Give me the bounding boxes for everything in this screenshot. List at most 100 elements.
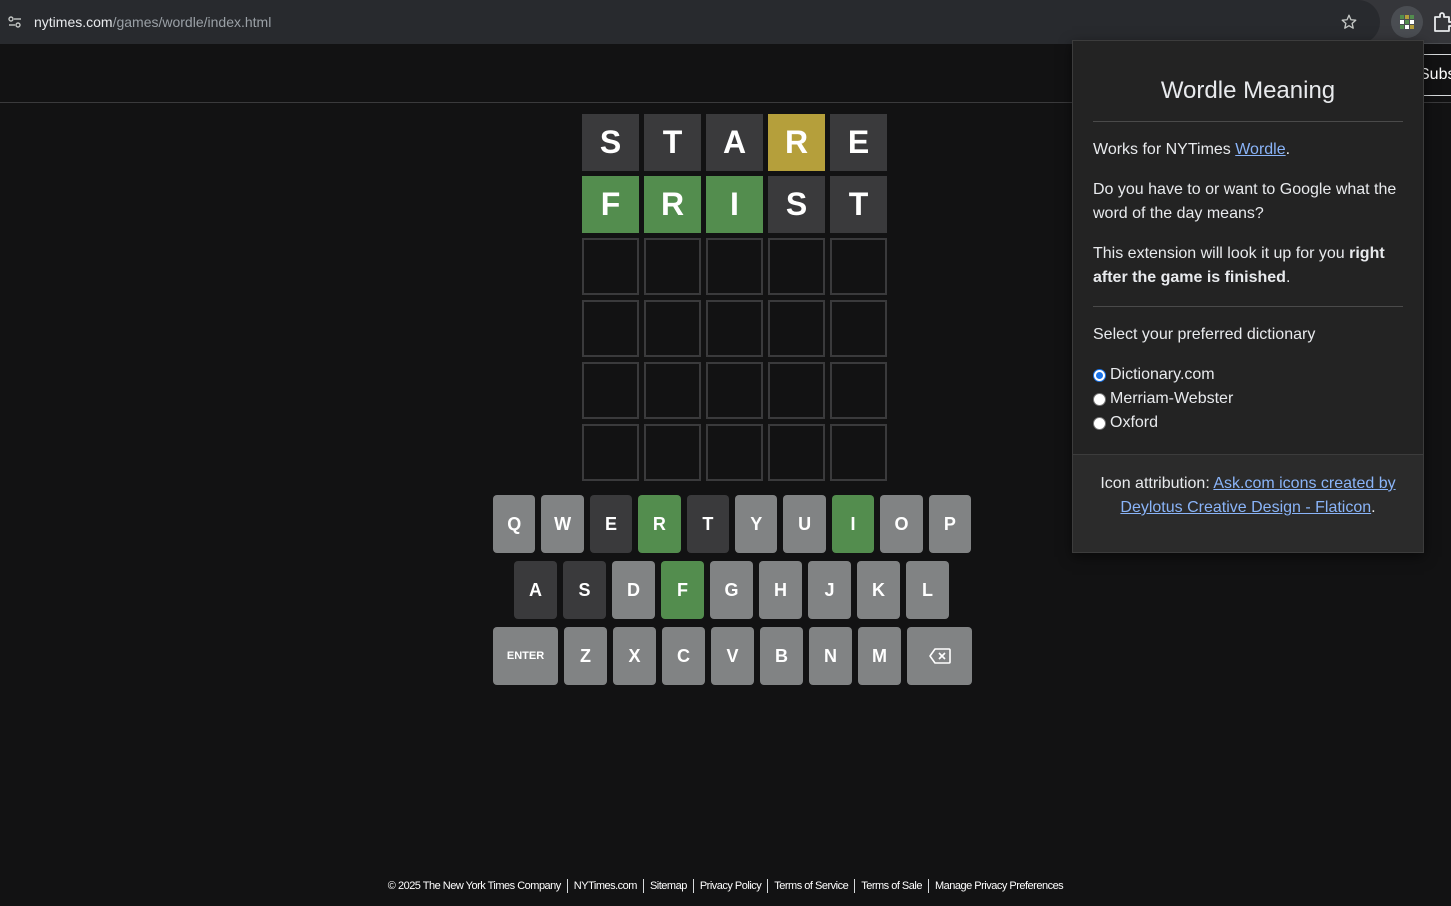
- extensions-puzzle-icon[interactable]: [1432, 10, 1451, 34]
- attribution-prefix: Icon attribution:: [1100, 475, 1214, 492]
- keyboard-row: QWERTYUIOP: [493, 495, 977, 553]
- footer-link[interactable]: Sitemap: [644, 880, 693, 892]
- dictionary-option[interactable]: Oxford: [1093, 411, 1403, 435]
- key-u[interactable]: U: [783, 495, 826, 553]
- board-tile: [644, 238, 701, 295]
- key-j[interactable]: J: [808, 561, 851, 619]
- radio-button[interactable]: [1093, 392, 1106, 406]
- works-suffix: .: [1285, 141, 1291, 158]
- key-z[interactable]: Z: [564, 627, 607, 685]
- backspace-icon: [928, 648, 951, 664]
- board-tile: [706, 300, 763, 357]
- board-tile: [830, 238, 887, 295]
- dictionary-option-label: Dictionary.com: [1110, 366, 1215, 383]
- key-w[interactable]: W: [541, 495, 584, 553]
- key-o[interactable]: O: [880, 495, 923, 553]
- board-tile: [582, 424, 639, 481]
- key-r[interactable]: R: [638, 495, 681, 553]
- board-tile: [644, 362, 701, 419]
- board-tile: [706, 424, 763, 481]
- page-footer: © 2025 The New York Times Company NYTimes…: [0, 876, 1451, 896]
- radio-button[interactable]: [1093, 416, 1106, 430]
- key-d[interactable]: D: [612, 561, 655, 619]
- board-tile: [706, 238, 763, 295]
- board-tile: [768, 424, 825, 481]
- works-for-text: Works for NYTimes Wordle.: [1093, 138, 1403, 162]
- lookup-prefix: This extension will look it up for you: [1093, 245, 1350, 262]
- key-k[interactable]: K: [857, 561, 900, 619]
- footer-copyright: © 2025 The New York Times Company: [387, 880, 562, 892]
- board-tile: T: [644, 114, 701, 171]
- select-dictionary-label: Select your preferred dictionary: [1093, 326, 1316, 343]
- board-tile: F: [582, 176, 639, 233]
- dictionary-option[interactable]: Merriam-Webster: [1093, 387, 1403, 411]
- game-board: STAREFRIST: [582, 114, 887, 481]
- wordle-link[interactable]: Wordle: [1235, 141, 1285, 158]
- board-tile: [830, 300, 887, 357]
- dictionary-option[interactable]: Dictionary.com: [1093, 363, 1403, 387]
- key-y[interactable]: Y: [735, 495, 778, 553]
- bookmark-star-icon[interactable]: [1338, 11, 1360, 33]
- popup-attribution: Icon attribution: Ask.com icons created …: [1073, 454, 1423, 552]
- works-prefix: Works for NYTimes: [1093, 141, 1236, 158]
- key-s[interactable]: S: [563, 561, 606, 619]
- footer-link[interactable]: Manage Privacy Preferences: [929, 880, 1069, 892]
- board-tile: [582, 300, 639, 357]
- board-tile: [706, 362, 763, 419]
- board-tile: [582, 238, 639, 295]
- key-b[interactable]: B: [760, 627, 803, 685]
- dictionary-option-label: Merriam-Webster: [1110, 390, 1234, 407]
- attribution-suffix: .: [1371, 499, 1376, 516]
- key-n[interactable]: N: [809, 627, 852, 685]
- key-m[interactable]: M: [858, 627, 901, 685]
- key-i[interactable]: I: [831, 495, 875, 553]
- url-text: nytimes.com/games/wordle/index.html: [34, 14, 271, 30]
- footer-link[interactable]: Terms of Sale: [855, 880, 928, 892]
- board-tile: [830, 424, 887, 481]
- board-tile: [644, 424, 701, 481]
- footer-link[interactable]: NYTimes.com: [568, 880, 643, 892]
- board-tile: T: [830, 176, 887, 233]
- question-text: Do you have to or want to Google what th…: [1093, 181, 1397, 222]
- key-x[interactable]: X: [613, 627, 656, 685]
- dictionary-radio-group: Dictionary.com Merriam-Webster Oxford: [1093, 363, 1403, 435]
- board-tile: [830, 362, 887, 419]
- board-tile: S: [768, 176, 825, 233]
- address-bar[interactable]: nytimes.com/games/wordle/index.html: [0, 0, 1380, 44]
- board-tile: A: [706, 114, 763, 171]
- key-v[interactable]: V: [711, 627, 754, 685]
- board-tile: R: [768, 114, 825, 171]
- footer-link[interactable]: Privacy Policy: [694, 880, 767, 892]
- popup-divider: [1093, 306, 1403, 307]
- key-a[interactable]: A: [514, 561, 557, 619]
- dictionary-option-label: Oxford: [1110, 414, 1159, 431]
- key-c[interactable]: C: [662, 627, 705, 685]
- board-tile: R: [644, 176, 701, 233]
- board-tile: [582, 362, 639, 419]
- onscreen-keyboard: Q W E R T Y U I O P A S D F G H J K L ENTER Z X C V B N M: [493, 495, 977, 693]
- wordle-meaning-extension-icon[interactable]: [1391, 6, 1423, 38]
- site-settings-icon[interactable]: [0, 7, 30, 37]
- key-h[interactable]: H: [759, 561, 802, 619]
- keyboard-row: ENTER Z X C V B N M: [493, 627, 977, 685]
- board-tile: [644, 300, 701, 357]
- lookup-suffix: .: [1285, 269, 1291, 286]
- board-tile: [768, 300, 825, 357]
- key-p[interactable]: P: [928, 495, 972, 553]
- key-l[interactable]: L: [906, 561, 949, 619]
- key-e[interactable]: E: [589, 495, 633, 553]
- footer-link[interactable]: Terms of Service: [768, 880, 854, 892]
- key-g[interactable]: G: [710, 561, 753, 619]
- browser-toolbar: nytimes.com/games/wordle/index.html: [0, 0, 1451, 44]
- extension-popup: Wordle Meaning Works for NYTimes Wordle.…: [1072, 40, 1424, 553]
- keyboard-row: ASDFGHJKL: [493, 561, 977, 619]
- url-path: /games/wordle/index.html: [112, 14, 272, 30]
- backspace-key[interactable]: [907, 627, 972, 685]
- radio-button[interactable]: [1093, 368, 1106, 382]
- popup-title: Wordle Meaning: [1093, 41, 1403, 122]
- url-host: nytimes.com: [34, 14, 113, 30]
- key-t[interactable]: T: [686, 495, 730, 553]
- enter-key[interactable]: ENTER: [493, 627, 558, 685]
- key-q[interactable]: Q: [493, 495, 536, 553]
- key-f[interactable]: F: [661, 561, 704, 619]
